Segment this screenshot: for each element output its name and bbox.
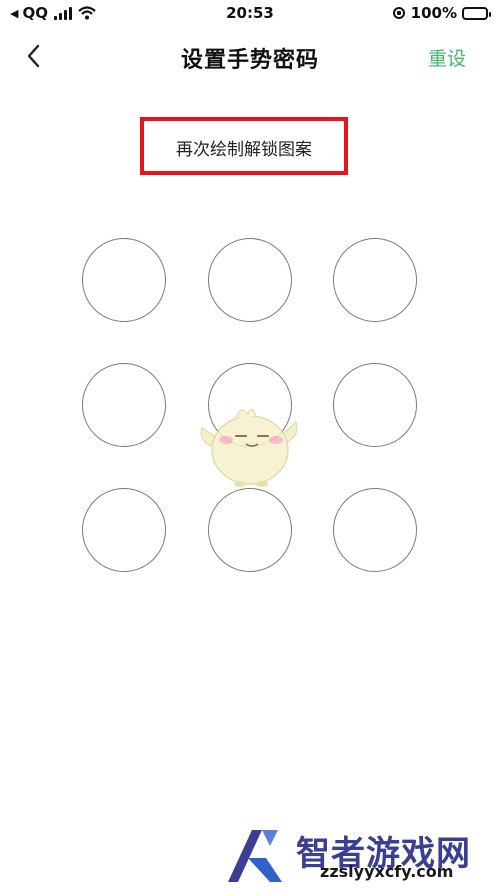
gesture-dot-6[interactable] xyxy=(333,363,417,447)
site-logo-icon xyxy=(228,830,282,882)
mascot-watermark-icon xyxy=(200,409,298,487)
gesture-dot-2[interactable] xyxy=(208,238,292,322)
watermark-url: zzslyyxcfy.com xyxy=(320,862,454,881)
gesture-dot-8[interactable] xyxy=(208,488,292,572)
gesture-dot-3[interactable] xyxy=(333,238,417,322)
gesture-dot-7[interactable] xyxy=(82,488,166,572)
gesture-dot-4[interactable] xyxy=(82,363,166,447)
gesture-dot-1[interactable] xyxy=(82,238,166,322)
gesture-dot-9[interactable] xyxy=(333,488,417,572)
